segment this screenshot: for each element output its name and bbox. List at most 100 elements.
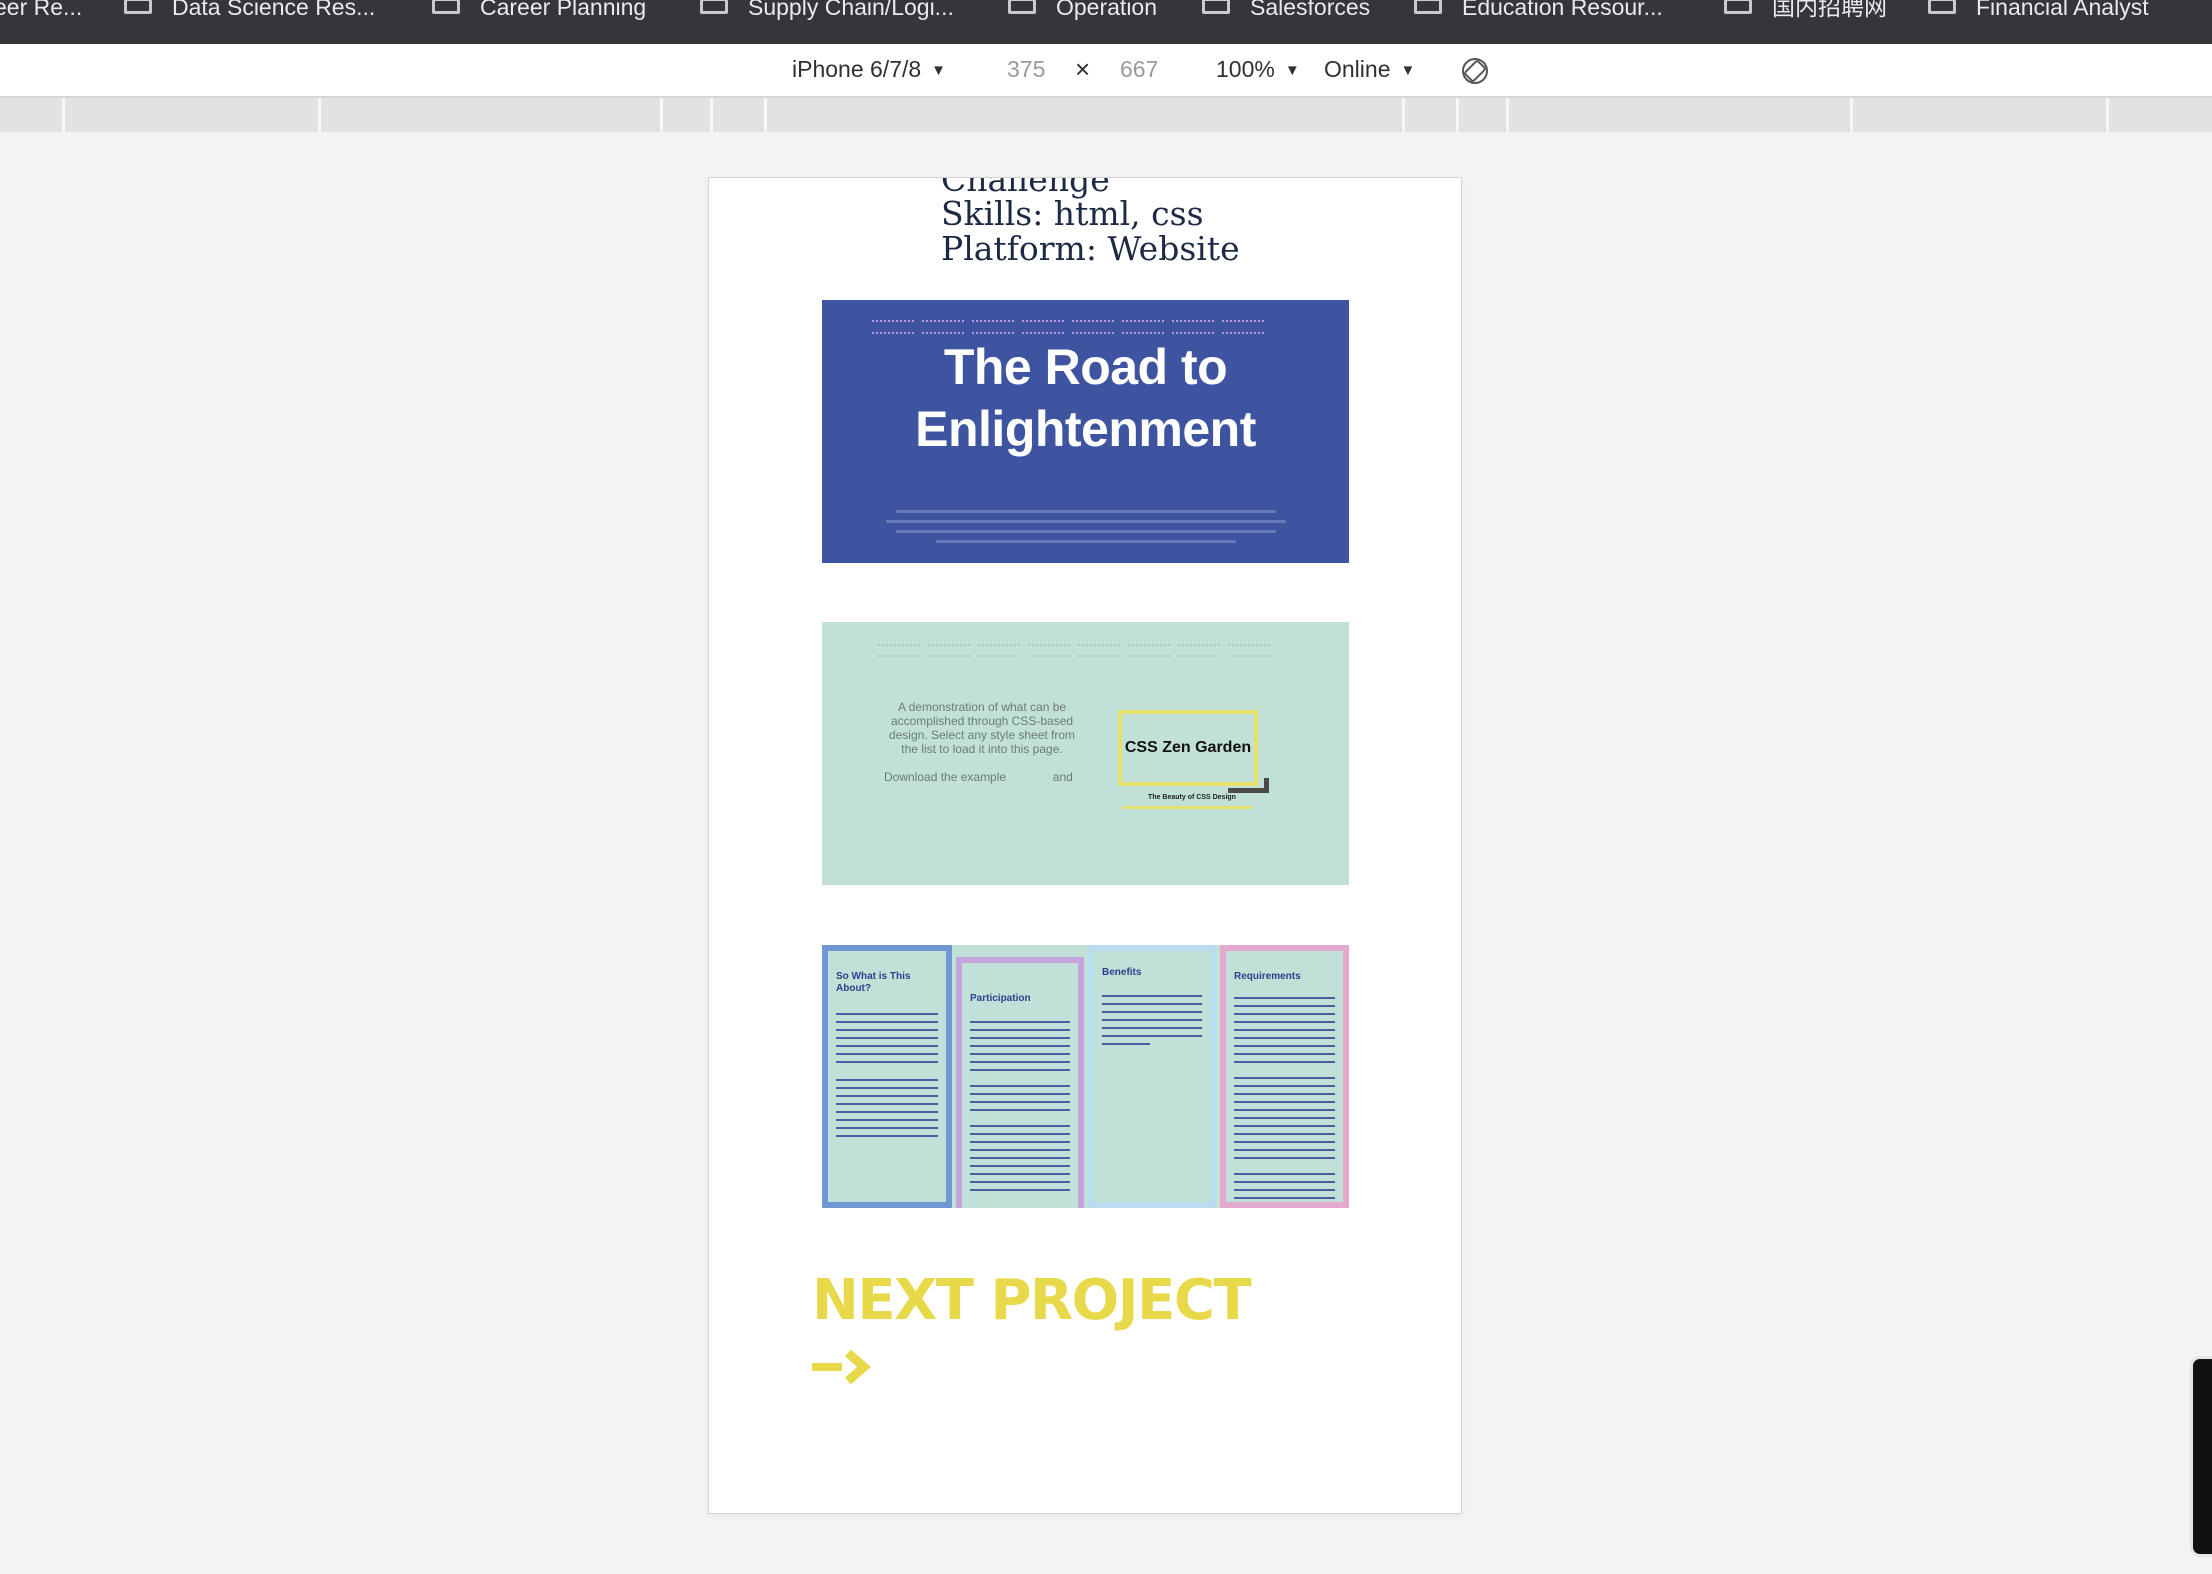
zen-column: Participation xyxy=(956,957,1084,1208)
folder-icon xyxy=(1928,0,1956,14)
network-select[interactable]: Online ▼ xyxy=(1324,56,1415,86)
zen-text-line xyxy=(970,1173,1070,1175)
caret-down-icon: ▼ xyxy=(1400,62,1416,79)
ruler-divider xyxy=(710,98,713,132)
zen-text-line xyxy=(1234,997,1335,999)
zen-text-line xyxy=(970,1045,1070,1047)
folder-icon xyxy=(432,0,460,14)
zen-paragraph-line xyxy=(936,540,1236,543)
zen-text-line xyxy=(1234,1005,1335,1007)
zen-text-line xyxy=(836,1111,938,1113)
zen-text-line xyxy=(970,1181,1070,1183)
zen-column-heading: So What is This About? xyxy=(836,971,911,994)
zen-nav-link xyxy=(1222,320,1264,334)
bookmark-item[interactable]: Data Science Res... xyxy=(124,0,375,20)
zen-nav-link xyxy=(1022,320,1064,334)
zen-tagline: The Beauty of CSS Design xyxy=(1148,794,1236,801)
zen-nav-link xyxy=(978,644,1020,657)
zen-text-line xyxy=(970,1189,1070,1191)
zen-nav-link xyxy=(1122,320,1164,334)
bookmark-item[interactable]: Operation xyxy=(1008,0,1157,20)
zen-text-line xyxy=(970,1037,1070,1039)
next-project-link[interactable]: NEXT PROJECT xyxy=(812,1270,1252,1332)
zen-text-line xyxy=(1234,1125,1335,1127)
zen-text-line xyxy=(1234,1149,1335,1151)
zen-text-line xyxy=(970,1157,1070,1159)
project-skills: Skills: html, css xyxy=(941,194,1204,233)
project-platform: Platform: Website xyxy=(941,229,1240,268)
zen-text-line xyxy=(970,1021,1070,1023)
zen-column-heading: Benefits xyxy=(1102,967,1142,978)
zen-nav-link xyxy=(1078,644,1120,657)
zen-text-line xyxy=(970,1109,1070,1111)
zen-heading-line: Enlightenment xyxy=(915,401,1256,457)
project-screenshot-3: So What is This About? Participation Ben… xyxy=(822,945,1349,1208)
device-viewport[interactable]: Challenge Skills: html, css Platform: We… xyxy=(708,177,1462,1514)
arrow-right-icon[interactable] xyxy=(812,1346,882,1386)
bookmark-label: 国内招聘网 xyxy=(1772,0,1887,20)
network-select-label: Online xyxy=(1324,56,1391,82)
zen-text-line xyxy=(1234,1085,1335,1087)
width-input[interactable]: 375 xyxy=(1007,56,1045,82)
rotate-icon[interactable] xyxy=(1460,56,1490,86)
zen-text-line xyxy=(836,1103,938,1105)
bookmark-item[interactable]: Education Resour... xyxy=(1414,0,1663,20)
zen-text-line xyxy=(836,1029,938,1031)
bookmark-item[interactable]: Supply Chain/Logi... xyxy=(700,0,954,20)
bookmark-item[interactable]: 国内招聘网 xyxy=(1724,0,1887,20)
zen-text-line xyxy=(1102,1027,1202,1029)
bookmark-label: Supply Chain/Logi... xyxy=(748,0,954,20)
zen-nav-link xyxy=(1072,320,1114,334)
zen-text-line xyxy=(836,1127,938,1129)
bookmark-item[interactable]: Career Planning xyxy=(432,0,646,20)
zen-column: Requirements xyxy=(1220,945,1349,1208)
zen-text-line xyxy=(1234,1157,1335,1159)
folder-icon xyxy=(1008,0,1036,14)
zoom-select[interactable]: 100% ▼ xyxy=(1216,56,1300,86)
zen-text-line xyxy=(1234,1173,1335,1175)
ruler-divider xyxy=(1850,98,1853,132)
project-screenshot-2: A demonstration of what can be accomplis… xyxy=(822,622,1349,885)
bookmark-item[interactable]: eer Re... xyxy=(0,0,82,20)
zen-text-line xyxy=(1234,1141,1335,1143)
zen-text-line xyxy=(836,1135,938,1137)
bookmark-label: Operation xyxy=(1056,0,1158,20)
media-query-bar[interactable] xyxy=(0,98,2212,132)
zen-text-line xyxy=(970,1141,1070,1143)
zen-heading: The Road to Enlightenment xyxy=(822,336,1349,460)
bookmark-label: Financial Analyst xyxy=(1976,0,2149,20)
bookmark-item[interactable]: Salesforces xyxy=(1202,0,1370,20)
side-panel-tab[interactable] xyxy=(2190,1356,2212,1557)
zen-nav-link xyxy=(1028,644,1070,657)
zen-text-line xyxy=(970,1085,1070,1087)
folder-icon xyxy=(1724,0,1752,14)
zen-nav-link xyxy=(1178,644,1220,657)
bookmark-label: Career Planning xyxy=(480,0,647,20)
device-toolbar: iPhone 6/7/8 ▼ 375 × 667 100% ▼ Online ▼ xyxy=(0,44,2212,98)
zen-text-line xyxy=(836,1053,938,1055)
zen-text-line xyxy=(836,1037,938,1039)
bookmark-label: Data Science Res... xyxy=(172,0,376,20)
zen-intro-text: A demonstration of what can be accomplis… xyxy=(888,700,1076,756)
ruler-divider xyxy=(318,98,321,132)
height-input[interactable]: 667 xyxy=(1120,56,1158,82)
ruler-divider xyxy=(764,98,767,132)
zen-text-line xyxy=(1234,1109,1335,1111)
folder-icon xyxy=(1414,0,1442,14)
device-select[interactable]: iPhone 6/7/8 ▼ xyxy=(792,56,946,86)
bookmark-item[interactable]: Financial Analyst xyxy=(1928,0,2149,20)
zen-text-line xyxy=(1234,1077,1335,1079)
zen-text-line xyxy=(970,1133,1070,1135)
zen-text-line xyxy=(1234,1037,1335,1039)
caret-down-icon: ▼ xyxy=(1284,62,1300,79)
zen-column: Benefits xyxy=(1088,945,1216,1208)
zen-nav-link xyxy=(1128,644,1170,657)
zen-text-line xyxy=(836,1045,938,1047)
zen-text-line xyxy=(970,1125,1070,1127)
zen-nav-link xyxy=(878,644,920,657)
zen-paragraph-line xyxy=(896,510,1276,513)
zen-box-shadow xyxy=(1228,778,1269,793)
zen-text-line xyxy=(1234,1045,1335,1047)
zen-text-line xyxy=(1234,1189,1335,1191)
zen-text-line xyxy=(1234,1061,1335,1063)
